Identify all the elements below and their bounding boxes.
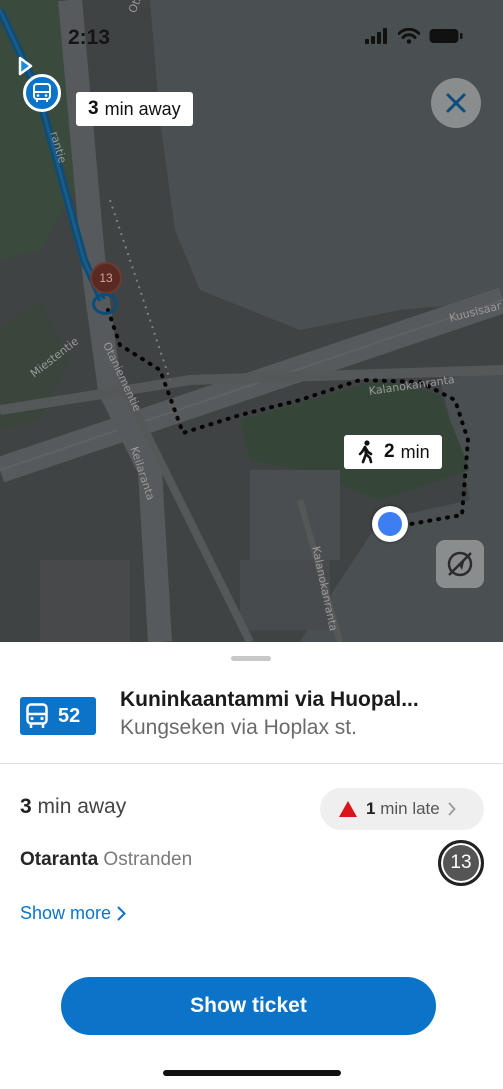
home-indicator bbox=[163, 1070, 341, 1076]
route-title: Kuninkaantammi via Huopal... bbox=[120, 688, 419, 711]
stop-marker[interactable]: 13 bbox=[90, 262, 122, 294]
close-icon bbox=[446, 93, 466, 113]
delay-value: 1 bbox=[366, 799, 376, 818]
walk-time-value: 2 bbox=[384, 441, 395, 462]
warning-triangle-icon bbox=[339, 801, 357, 817]
walk-time-unit: min bbox=[400, 441, 430, 462]
battery-icon bbox=[429, 29, 463, 43]
location-disabled-icon bbox=[447, 551, 473, 577]
route-badge: 52 bbox=[20, 697, 96, 735]
departure-eta-value: 3 bbox=[20, 795, 32, 818]
show-more-link[interactable]: Show more bbox=[20, 903, 126, 924]
walking-person-icon bbox=[358, 440, 373, 464]
delay-unit: min late bbox=[380, 799, 440, 818]
bus-vehicle-marker[interactable] bbox=[23, 74, 61, 112]
wifi-icon bbox=[398, 28, 420, 44]
route-number: 52 bbox=[58, 704, 81, 727]
stop-name-fi: Otaranta bbox=[20, 849, 99, 870]
stop-location-ring bbox=[92, 293, 118, 315]
stop-code-badge: 13 bbox=[438, 840, 484, 886]
status-bar: 2:13 bbox=[0, 0, 503, 70]
recenter-location-button[interactable] bbox=[436, 540, 484, 588]
chevron-right-icon bbox=[117, 906, 126, 921]
bus-eta-value: 3 bbox=[88, 98, 99, 119]
departure-eta: 3 min away bbox=[20, 795, 126, 819]
show-ticket-button[interactable]: Show ticket bbox=[61, 977, 436, 1035]
departure-sheet: 52 Kuninkaantammi via Huopal... Kungseke… bbox=[0, 642, 503, 1089]
map-view[interactable]: Otaranta rantie Miestentie Otaniementie … bbox=[0, 0, 503, 642]
status-icons bbox=[365, 28, 463, 44]
stop-marker-code: 13 bbox=[99, 271, 113, 285]
bus-icon bbox=[26, 703, 48, 728]
status-time: 2:13 bbox=[68, 26, 111, 49]
bus-eta-unit: min away bbox=[104, 98, 181, 119]
stop-name: Otaranta Ostranden bbox=[20, 849, 192, 871]
user-location-dot bbox=[372, 506, 408, 542]
stop-code: 13 bbox=[450, 852, 472, 873]
close-map-button[interactable] bbox=[431, 78, 481, 128]
divider bbox=[0, 763, 503, 764]
vehicle-direction-icon bbox=[18, 56, 33, 76]
departure-eta-unit: min away bbox=[37, 795, 127, 818]
sheet-grabber[interactable] bbox=[231, 656, 271, 661]
chevron-right-icon bbox=[448, 802, 456, 816]
walk-time-bubble: 2 min bbox=[344, 435, 442, 469]
route-subtitle: Kungseken via Hoplax st. bbox=[120, 716, 357, 739]
bus-icon bbox=[33, 83, 51, 102]
show-more-label: Show more bbox=[20, 903, 112, 923]
stop-name-sv: Ostranden bbox=[103, 849, 193, 870]
delay-status-button[interactable]: 1 min late bbox=[320, 788, 484, 830]
bus-eta-bubble: 3 min away bbox=[76, 92, 193, 126]
cellular-signal-icon bbox=[365, 28, 387, 44]
